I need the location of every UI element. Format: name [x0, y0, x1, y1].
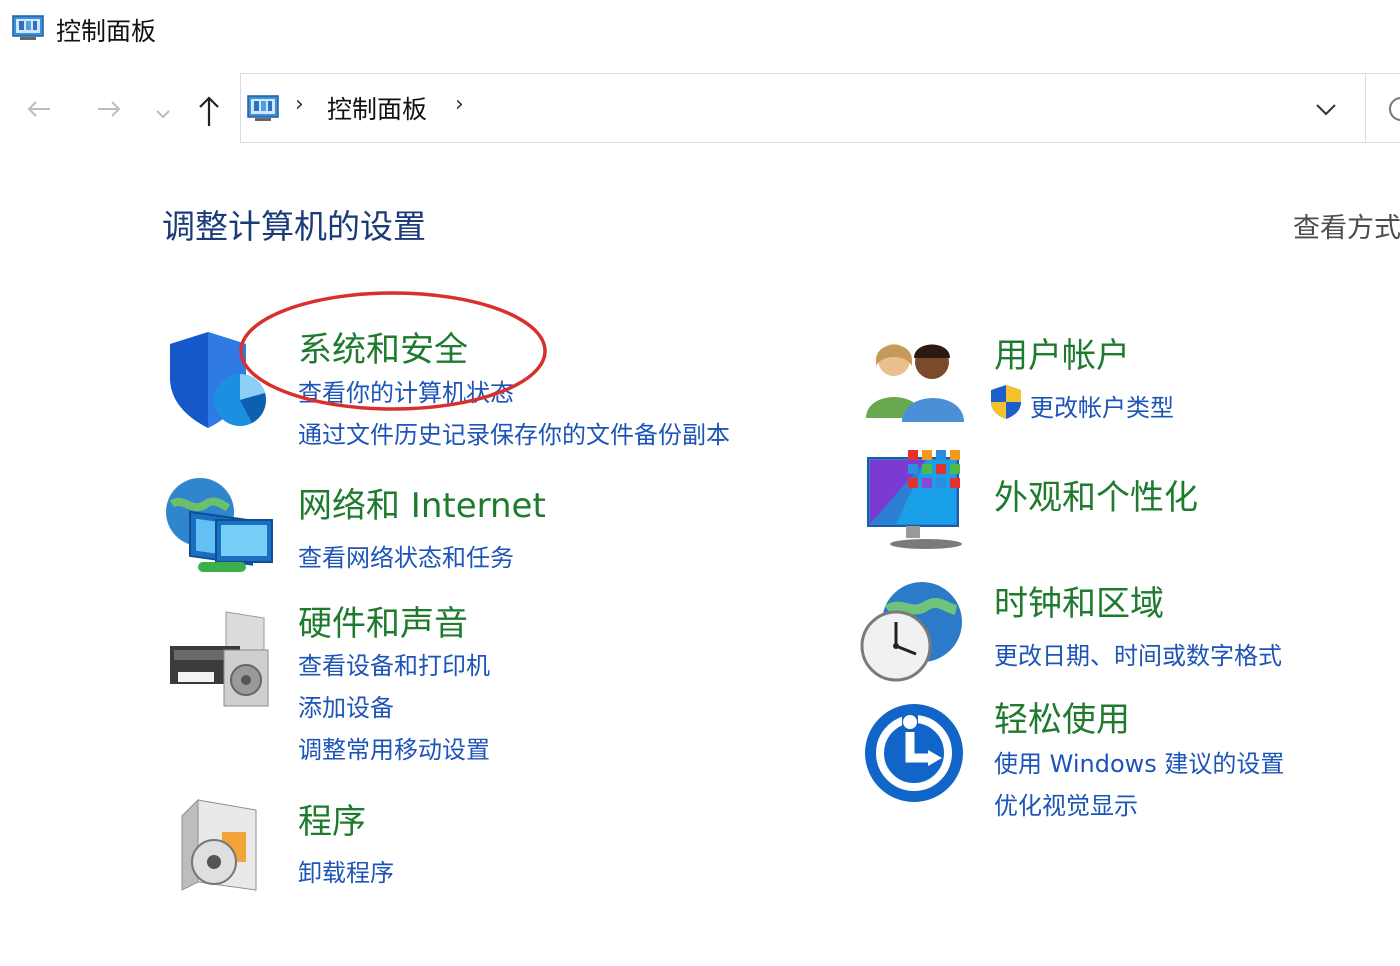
arrow-up-icon	[199, 96, 219, 126]
link-file-history-backup[interactable]: 通过文件历史记录保存你的文件备份副本	[298, 415, 730, 450]
page-title: 调整计算机的设置	[162, 207, 426, 246]
breadcrumb-separator[interactable]: ›	[295, 92, 304, 117]
breadcrumb-control-panel[interactable]: 控制面板	[327, 90, 427, 126]
chevron-down-icon[interactable]	[1313, 96, 1339, 122]
breadcrumb-separator[interactable]: ›	[455, 92, 464, 117]
chevron-down-icon	[156, 110, 170, 119]
link-date-time-format[interactable]: 更改日期、时间或数字格式	[994, 636, 1282, 671]
link-optimize-visual-display[interactable]: 优化视觉显示	[994, 786, 1138, 821]
uac-shield-icon	[991, 385, 1021, 419]
category-network-internet[interactable]: 网络和 Internet	[298, 478, 546, 527]
link-network-status[interactable]: 查看网络状态和任务	[298, 538, 514, 573]
category-user-accounts[interactable]: 用户帐户	[994, 328, 1130, 377]
up-button[interactable]	[194, 94, 224, 133]
category-clock-region[interactable]: 时钟和区域	[994, 576, 1164, 625]
link-change-account-type[interactable]: 更改帐户类型	[1030, 388, 1174, 423]
monitor-palette-icon	[867, 450, 962, 549]
category-hardware-sound[interactable]: 硬件和声音	[298, 596, 468, 645]
title-bar: 控制面板	[0, 0, 1400, 62]
ease-of-access-icon	[865, 704, 963, 802]
window-title: 控制面板	[56, 17, 157, 46]
annotation-ellipse	[239, 291, 547, 411]
recent-locations-button[interactable]	[154, 100, 172, 128]
users-icon	[866, 344, 964, 422]
category-programs[interactable]: 程序	[298, 794, 366, 843]
address-bar[interactable]: › 控制面板 ›	[240, 73, 1400, 143]
network-globe-icon	[166, 478, 273, 572]
divider	[1365, 74, 1366, 142]
arrow-right-icon	[98, 101, 121, 117]
link-add-device[interactable]: 添加设备	[298, 688, 394, 723]
link-devices-printers[interactable]: 查看设备和打印机	[298, 646, 490, 681]
forward-button[interactable]	[94, 94, 124, 129]
refresh-icon[interactable]	[1389, 94, 1400, 124]
printer-icon	[170, 611, 269, 707]
view-by-label[interactable]: 查看方式	[1293, 206, 1400, 245]
link-mobility-settings[interactable]: 调整常用移动设置	[298, 730, 490, 765]
link-recommended-settings[interactable]: 使用 Windows 建议的设置	[994, 744, 1284, 779]
category-appearance[interactable]: 外观和个性化	[994, 470, 1198, 519]
back-button[interactable]	[24, 94, 54, 129]
programs-disc-icon	[181, 798, 257, 891]
control-panel-icon	[12, 15, 44, 40]
clock-globe-icon	[860, 582, 962, 682]
link-uninstall-program[interactable]: 卸载程序	[298, 853, 394, 888]
arrow-left-icon	[27, 101, 50, 117]
control-panel-icon	[247, 95, 279, 121]
category-ease-of-access[interactable]: 轻松使用	[994, 692, 1130, 741]
